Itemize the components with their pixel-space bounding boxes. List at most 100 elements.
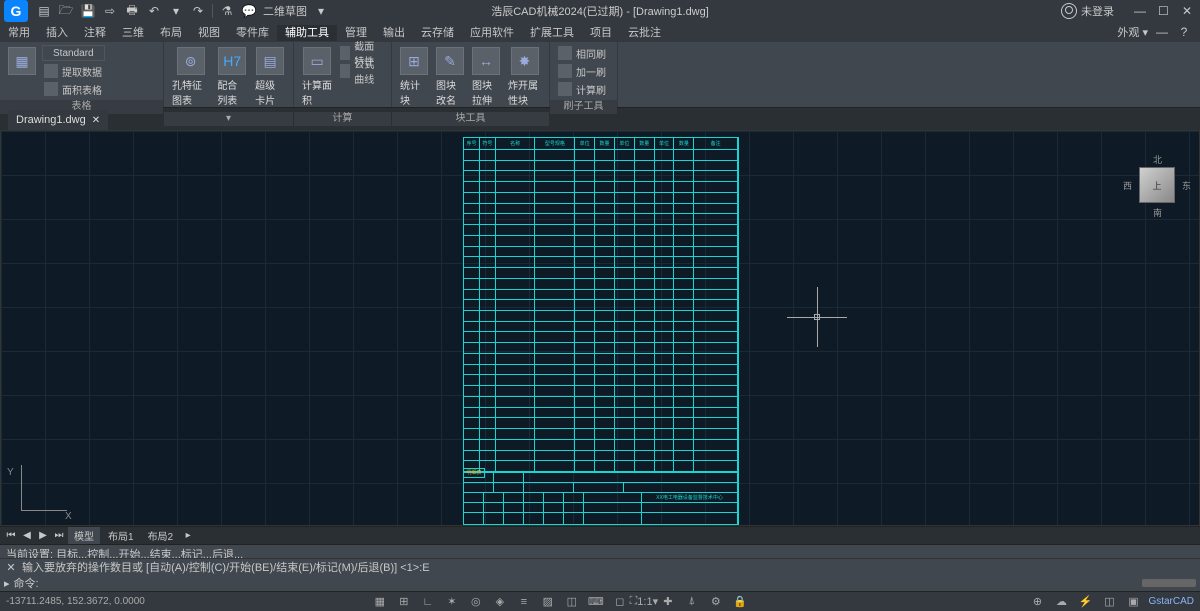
fit-list-button[interactable]: H7配合列表 [215, 45, 249, 109]
model-space-icon[interactable]: ◻ [611, 594, 629, 610]
appearance-menu[interactable]: 外观 ▾ [1117, 24, 1148, 40]
ribbon-group-label: 刷子工具 [550, 100, 617, 114]
workspace-icon[interactable]: ⚗ [219, 3, 235, 19]
open-icon[interactable]: 🗁 [58, 3, 74, 19]
lineweight-toggle-icon[interactable]: ≡ [515, 594, 533, 610]
viewcube-north[interactable]: 北 [1153, 153, 1162, 166]
hole-chart-button[interactable]: ⊚孔特征图表 [170, 45, 211, 109]
block-stats-button[interactable]: ⊞统计块 [398, 45, 430, 109]
model-tab[interactable]: 模型 [68, 527, 100, 544]
new-icon[interactable]: ▤ [36, 3, 52, 19]
layout-prev-icon[interactable]: ◀ [20, 530, 34, 541]
command-history: 当前设置: 目标...控制...开始...结束...标记...后退... [0, 545, 1200, 559]
command-run-icon[interactable]: ▸ [4, 577, 10, 590]
maximize-button[interactable]: ☐ [1158, 4, 1172, 18]
annotation-icon[interactable]: ✚ [659, 594, 677, 610]
ribbon-tab[interactable]: 辅助工具 [277, 25, 337, 41]
save-icon[interactable]: 💾 [80, 3, 96, 19]
selection-cycle-icon[interactable]: ◫ [563, 594, 581, 610]
table-button[interactable]: ▦ [6, 45, 38, 77]
help-icon[interactable]: ? [1176, 24, 1192, 40]
explode-attr-block-button[interactable]: ✸炸开属性块 [506, 45, 543, 109]
notification-icon[interactable]: ⊕ [1028, 594, 1046, 610]
calc-area-button[interactable]: ▭计算面积 [300, 45, 334, 109]
otrack-toggle-icon[interactable]: ◈ [491, 594, 509, 610]
minimize-button[interactable]: — [1134, 4, 1148, 18]
app-logo: G [4, 0, 28, 22]
add-one-brush-button[interactable]: 加一刷 [556, 63, 608, 79]
login-status[interactable]: 未登录 [1061, 3, 1114, 19]
command-input[interactable] [43, 577, 1196, 589]
add-layout-icon[interactable]: ▸ [181, 530, 195, 541]
formula-curve-button[interactable]: 公式曲线 [338, 63, 385, 79]
ribbon-tab[interactable]: 注释 [76, 25, 114, 41]
lock-ui-icon[interactable]: 🔒 [731, 594, 749, 610]
view-cube-face[interactable]: 上 [1139, 167, 1175, 203]
block-stretch-button[interactable]: ↔图块拉伸 [470, 45, 502, 109]
scale-readout[interactable]: ⛶ 1:1 ▾ [635, 594, 653, 610]
drawing-canvas[interactable]: 序号符号名称型号规格单位数量单位数量单位数量备注 XX电工电器设备监督技术中心 … [0, 130, 1200, 526]
command-close-icon[interactable]: ✕ [4, 561, 18, 574]
close-icon[interactable]: ✕ [92, 115, 100, 126]
undo-icon[interactable]: ↶ [146, 3, 162, 19]
viewcube-east[interactable]: 东 [1182, 179, 1191, 192]
ribbon-tab[interactable]: 三维 [114, 25, 152, 41]
clean-screen-icon[interactable]: ▣ [1124, 594, 1142, 610]
title-bar: G ▤ 🗁 💾 ⇨ 🖶 ↶ ▾ ↷ ⚗ 💬 二维草图 ▾ 浩辰CAD机械2024… [0, 0, 1200, 22]
workspace-switch-icon[interactable]: ⚙ [707, 594, 725, 610]
redo-icon[interactable]: ↷ [190, 3, 206, 19]
layout-next-icon[interactable]: ▶ [36, 530, 50, 541]
viewcube-south[interactable]: 南 [1153, 206, 1162, 219]
layout2-tab[interactable]: 布局2 [142, 527, 180, 544]
document-tab-label: Drawing1.dwg [16, 114, 86, 126]
layout1-tab[interactable]: 布局1 [102, 527, 140, 544]
extract-data-button[interactable]: 提取数据 [42, 63, 105, 79]
ribbon-tab[interactable]: 云批注 [620, 25, 669, 41]
ribbon-tab[interactable]: 常用 [0, 25, 38, 41]
export-icon[interactable]: ⇨ [102, 3, 118, 19]
area-table-button[interactable]: 面积表格 [42, 81, 105, 97]
dynamic-input-icon[interactable]: ⌨ [587, 594, 605, 610]
ribbon-tab[interactable]: 零件库 [228, 25, 277, 41]
ortho-toggle-icon[interactable]: ∟ [419, 594, 437, 610]
dropdown-icon[interactable]: ▾ [313, 3, 329, 19]
ribbon-tab[interactable]: 项目 [582, 25, 620, 41]
close-button[interactable]: ✕ [1182, 4, 1196, 18]
redo-dropdown-icon[interactable]: ▾ [168, 3, 184, 19]
grid-toggle-icon[interactable]: ▦ [371, 594, 389, 610]
layout-first-icon[interactable]: ⏮ [4, 530, 18, 541]
ribbon-tab[interactable]: 扩展工具 [522, 25, 582, 41]
performance-icon[interactable]: ⚡ [1076, 594, 1094, 610]
polar-toggle-icon[interactable]: ✶ [443, 594, 461, 610]
super-card-button[interactable]: ▤超级卡片 [253, 45, 287, 109]
snap-toggle-icon[interactable]: ⊞ [395, 594, 413, 610]
ribbon-tab[interactable]: 插入 [38, 25, 76, 41]
block-rename-button[interactable]: ✎图块改名 [434, 45, 466, 109]
ribbon-minimize-icon[interactable]: — [1154, 24, 1170, 40]
sketch-mode-label[interactable]: 二维草图 [263, 3, 307, 19]
brand-label: GstarCAD [1148, 596, 1194, 607]
window-title: 浩辰CAD机械2024(已过期) - [Drawing1.dwg] [491, 3, 709, 19]
comment-icon[interactable]: 💬 [241, 3, 257, 19]
cloud-icon[interactable]: ☁ [1052, 594, 1070, 610]
viewcube-west[interactable]: 西 [1123, 179, 1132, 192]
document-tab[interactable]: Drawing1.dwg ✕ [8, 110, 108, 130]
scrollbar-thumb[interactable] [1142, 579, 1196, 587]
ribbon-tab[interactable]: 应用软件 [462, 25, 522, 41]
annotation-scale-icon[interactable]: ⍋ [683, 594, 701, 610]
isolate-icon[interactable]: ◫ [1100, 594, 1118, 610]
transparency-toggle-icon[interactable]: ▨ [539, 594, 557, 610]
ribbon-tab[interactable]: 布局 [152, 25, 190, 41]
view-cube[interactable]: 上 北 南 西 东 [1127, 155, 1187, 215]
osnap-toggle-icon[interactable]: ◎ [467, 594, 485, 610]
print-icon[interactable]: 🖶 [124, 3, 140, 19]
ribbon-tab[interactable]: 视图 [190, 25, 228, 41]
ribbon-tab[interactable]: 云存储 [413, 25, 462, 41]
calc-brush-button[interactable]: 计算刷 [556, 81, 608, 97]
drawing-table: 序号符号名称型号规格单位数量单位数量单位数量备注 XX电工电器设备监督技术中心 [463, 137, 739, 525]
table-style-select[interactable]: Standard [42, 45, 105, 61]
ribbon-group-expand[interactable]: ▾ [164, 112, 293, 126]
ucs-y-label: Y [7, 467, 14, 478]
same-brush-button[interactable]: 相同刷 [556, 45, 608, 61]
layout-last-icon[interactable]: ⏭ [52, 530, 66, 541]
